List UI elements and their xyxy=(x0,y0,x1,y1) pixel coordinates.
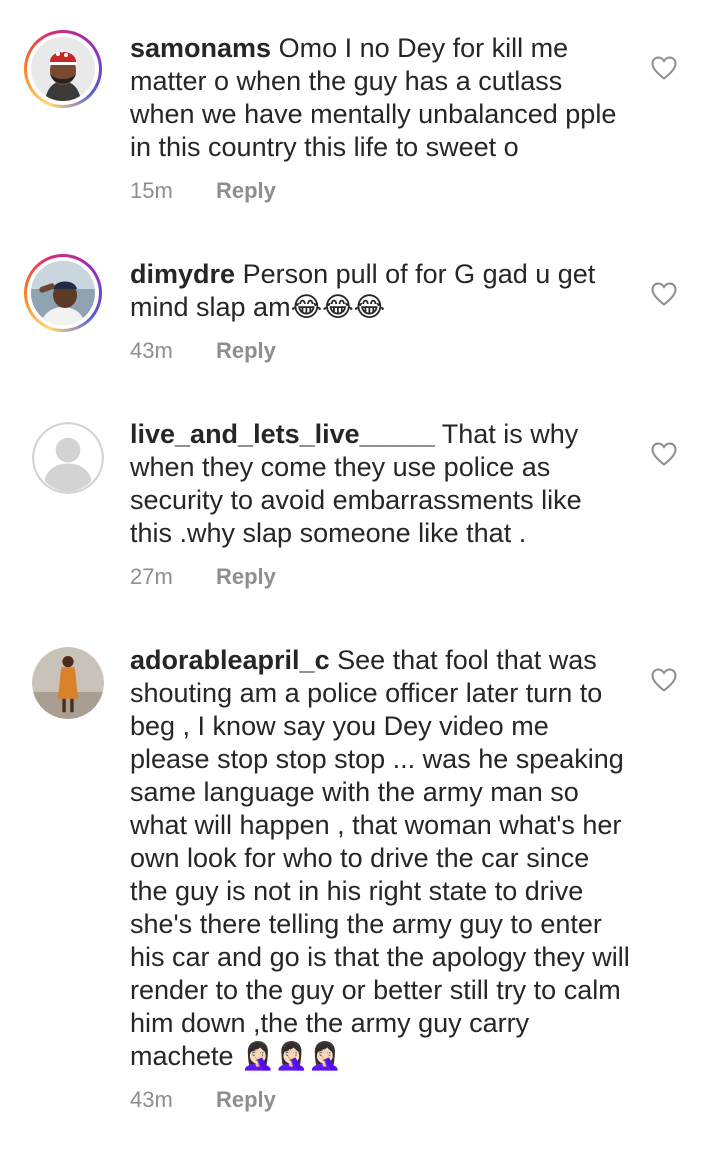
like-heart-icon[interactable] xyxy=(650,667,678,693)
like-heart-icon[interactable] xyxy=(650,55,678,81)
comment-body: adorableapril_c See that fool that was s… xyxy=(130,644,630,1073)
comment-username[interactable]: dimydre xyxy=(130,259,235,289)
avatar[interactable] xyxy=(32,422,104,494)
reply-button[interactable]: Reply xyxy=(216,338,276,363)
comment-meta: 43m Reply xyxy=(130,338,276,364)
comment-username[interactable]: adorableapril_c xyxy=(130,645,330,675)
comment-item: adorableapril_c See that fool that was s… xyxy=(0,615,720,1161)
comment-timestamp: 27m xyxy=(130,564,173,589)
comment-username[interactable]: samonams xyxy=(130,33,271,63)
comment-meta: 15m Reply xyxy=(130,178,276,204)
comment-text: See that fool that was shouting am a pol… xyxy=(130,645,630,1071)
avatar[interactable] xyxy=(24,30,102,108)
profile-photo-icon xyxy=(32,647,104,719)
comment-meta: 43m Reply xyxy=(130,1087,276,1113)
avatar[interactable] xyxy=(24,254,102,332)
default-avatar-icon xyxy=(32,422,104,494)
like-heart-icon[interactable] xyxy=(650,441,678,467)
profile-photo-icon xyxy=(31,261,95,325)
comment-timestamp: 43m xyxy=(130,338,173,363)
comment-timestamp: 15m xyxy=(130,178,173,203)
comment-item: dimydre Person pull of for G gad u get m… xyxy=(0,230,720,390)
comment-body: live_and_lets_live_____ That is why when… xyxy=(130,418,630,550)
avatar[interactable] xyxy=(32,647,104,719)
comment-body: samonams Omo I no Dey for kill me matter… xyxy=(130,32,630,164)
comment-body: dimydre Person pull of for G gad u get m… xyxy=(130,258,630,324)
reply-button[interactable]: Reply xyxy=(216,178,276,203)
comment-username[interactable]: live_and_lets_live_____ xyxy=(130,419,435,449)
comment-item: live_and_lets_live_____ That is why when… xyxy=(0,390,720,615)
comment-meta: 27m Reply xyxy=(130,564,276,590)
like-heart-icon[interactable] xyxy=(650,281,678,307)
reply-button[interactable]: Reply xyxy=(216,1087,276,1112)
reply-button[interactable]: Reply xyxy=(216,564,276,589)
comment-item: samonams Omo I no Dey for kill me matter… xyxy=(0,0,720,230)
comment-timestamp: 43m xyxy=(130,1087,173,1112)
profile-photo-icon xyxy=(31,37,95,101)
